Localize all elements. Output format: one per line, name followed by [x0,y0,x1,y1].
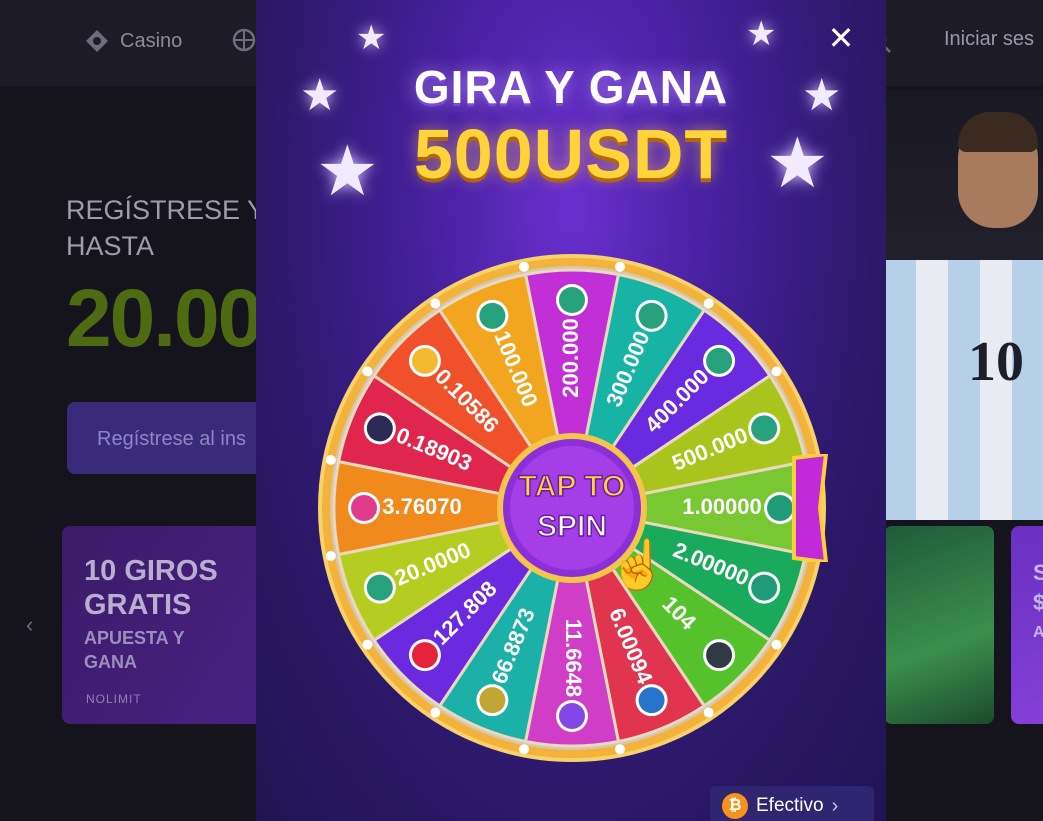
hero-line1: REGÍSTRESE Y [66,195,266,225]
modal-prize: 500USDT [413,115,729,193]
wheel-segment-value: 1.00000 [682,494,762,519]
wheel-light [771,366,782,377]
nav-sports[interactable] [232,28,256,52]
spin-button-label-line1: TAP TO [519,470,626,503]
wheel-light [362,366,373,377]
dogecoin-icon [479,687,506,714]
wheel-light [325,550,336,561]
wheel-light [771,639,782,650]
game-card-partial-line1: S [1033,560,1043,585]
wheel-light [614,744,625,755]
game-card-partial-line2: $ [1033,590,1043,615]
login-link[interactable]: Iniciar ses [944,28,1034,51]
promo-brand-logo: NOLIMIT [86,692,142,706]
basketball-icon [232,28,256,52]
player-number: 10 [968,331,1024,393]
bnb-icon [411,347,438,374]
tether-icon [559,287,585,313]
wheel-light [703,707,714,718]
wheel-light [519,261,530,272]
currency-label: Efectivo [756,795,824,816]
solana-icon [366,415,393,442]
wheel-light [362,639,373,650]
hero-line2: HASTA [66,231,155,261]
tether-icon [366,574,393,601]
usdc-icon [638,687,665,714]
nav-casino[interactable]: Casino [84,28,182,54]
chevron-right-icon: › [831,794,839,817]
hero-text: REGÍSTRESE Y HASTA [66,192,265,264]
power-icon [351,495,377,521]
wheel-light [430,707,441,718]
star-icon: ★ [746,15,777,53]
game-card[interactable] [884,526,994,724]
tether-icon [706,347,733,374]
wheel-segment-value: 200.000 [558,318,583,398]
modal-title: GIRA Y GANA [413,61,729,113]
tether-icon [638,302,665,329]
wheel-light [325,455,336,466]
nav-casino-label: Casino [120,29,183,52]
spin-wheel-modal: ★ ★ ★ ★ ★ ★ ✕ GIRA Y GANA 500USDT 200.00… [256,0,886,821]
spin-button-label-line2: SPIN [537,510,607,543]
tether-icon [479,302,506,329]
wheel-segment-value: 11.6648 [561,619,586,697]
hero-amount: 20.00 [66,273,263,364]
star-icon: ★ [356,19,387,57]
tether-icon [751,415,778,442]
close-button[interactable]: ✕ [826,22,856,54]
wheel-light [614,261,625,272]
wheel-light [519,744,530,755]
bitcoin-icon: ₿ [722,793,748,819]
wheel-segment-value: 3.76070 [382,494,462,519]
polygon-icon [559,703,585,729]
wheel-pointer [792,454,829,562]
wheel-svg: 200.000 300.000400.000500.0001.000002.000… [318,254,826,762]
hand-pointer-icon: ☝ [608,539,668,592]
wheel-light [703,298,714,309]
wheel-light [430,298,441,309]
bitcoin-cash-icon [751,574,778,601]
tron-icon [411,642,438,669]
carousel-prev-icon[interactable]: ‹ [26,612,33,638]
currency-selector[interactable]: ₿ Efectivo › [710,786,874,821]
xrp-icon [706,642,733,669]
casino-icon [86,30,108,52]
page: Casino Iniciar ses REGÍSTRESE Y HASTA 20… [0,0,1043,821]
game-card-partial-line3: A [1033,624,1043,641]
game-card-partial[interactable]: S $ A [1011,526,1043,724]
prize-wheel[interactable]: 200.000 300.000 400.000 500.000 1.00000 2.000… [312,248,832,768]
